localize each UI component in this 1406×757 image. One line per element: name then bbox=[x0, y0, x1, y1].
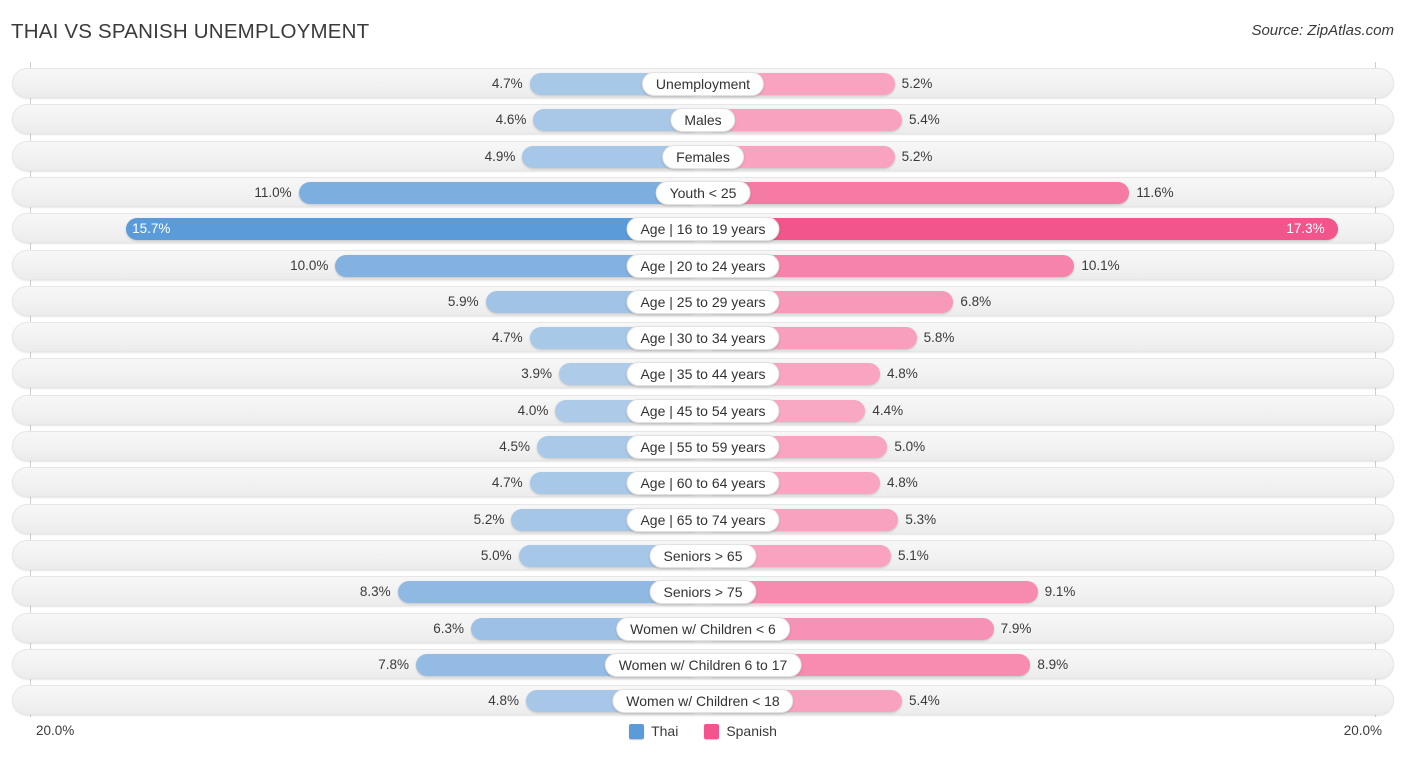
table-row: 5.0% 5.1% Seniors > 65 bbox=[12, 539, 1394, 570]
value-label-thai: 4.7% bbox=[491, 330, 523, 346]
table-row: 10.0% 10.1% Age | 20 to 24 years bbox=[12, 249, 1394, 280]
bar-thai bbox=[126, 218, 702, 241]
chart-header: THAI VS SPANISH UNEMPLOYMENT Source: Zip… bbox=[0, 0, 1406, 62]
table-row: 4.0% 4.4% Age | 45 to 54 years bbox=[12, 394, 1394, 425]
table-row: 4.5% 5.0% Age | 55 to 59 years bbox=[12, 431, 1394, 461]
category-label: Women w/ Children < 18 bbox=[612, 689, 794, 714]
table-row: 7.8% 8.9% Women w/ Children 6 to 17 bbox=[12, 648, 1394, 679]
legend-item-thai[interactable]: Thai bbox=[629, 723, 678, 739]
value-label-spanish: 7.9% bbox=[1000, 620, 1032, 636]
value-label-spanish: 10.1% bbox=[1081, 257, 1120, 273]
value-label-thai: 4.0% bbox=[517, 402, 549, 418]
value-label-spanish: 4.4% bbox=[872, 402, 904, 418]
value-label-thai: 8.3% bbox=[359, 584, 391, 600]
page-title: THAI VS SPANISH UNEMPLOYMENT bbox=[11, 20, 370, 43]
bar-spanish bbox=[704, 181, 1130, 204]
value-label-thai: 5.2% bbox=[473, 511, 505, 527]
bar-spanish bbox=[704, 218, 1339, 241]
value-label-spanish: 9.1% bbox=[1044, 584, 1076, 600]
value-label-spanish: 5.0% bbox=[894, 439, 926, 454]
category-label: Age | 16 to 19 years bbox=[626, 217, 780, 242]
value-label-thai: 4.7% bbox=[491, 76, 523, 91]
value-label-thai: 10.0% bbox=[290, 257, 329, 273]
table-row: 11.0% 11.6% Youth < 25 bbox=[12, 176, 1394, 207]
category-label: Age | 35 to 44 years bbox=[626, 362, 780, 387]
table-row: 5.9% 6.8% Age | 25 to 29 years bbox=[12, 285, 1394, 316]
legend-label: Spanish bbox=[726, 723, 777, 739]
category-label: Women w/ Children < 6 bbox=[616, 616, 790, 641]
value-label-spanish: 5.3% bbox=[905, 511, 937, 527]
table-row: 6.3% 7.9% Women w/ Children < 6 bbox=[12, 612, 1394, 643]
category-label: Males bbox=[670, 108, 736, 133]
value-label-spanish: 6.8% bbox=[960, 293, 992, 309]
value-label-spanish: 17.3% bbox=[1286, 221, 1325, 237]
value-label-spanish: 8.9% bbox=[1037, 656, 1069, 672]
value-label-thai: 15.7% bbox=[132, 221, 171, 237]
value-label-thai: 4.7% bbox=[491, 475, 523, 491]
value-label-spanish: 4.8% bbox=[887, 366, 918, 382]
category-label: Age | 25 to 29 years bbox=[626, 289, 780, 314]
bar-thai bbox=[298, 181, 702, 204]
value-label-thai: 5.9% bbox=[447, 293, 479, 309]
category-label: Age | 60 to 64 years bbox=[626, 471, 780, 496]
legend-label: Thai bbox=[651, 723, 679, 739]
category-label: Seniors > 65 bbox=[649, 543, 757, 568]
table-row: 15.7% 17.3% Age | 16 to 19 years bbox=[12, 213, 1394, 244]
table-row: 3.9% 4.8% Age | 35 to 44 years bbox=[12, 358, 1394, 389]
category-label: Women w/ Children 6 to 17 bbox=[604, 652, 802, 677]
category-label: Age | 30 to 34 years bbox=[626, 326, 780, 351]
legend-item-spanish[interactable]: Spanish bbox=[704, 723, 777, 739]
value-label-thai: 5.0% bbox=[480, 547, 512, 563]
value-label-thai: 4.8% bbox=[488, 693, 519, 709]
category-label: Age | 20 to 24 years bbox=[626, 253, 780, 278]
value-label-spanish: 5.1% bbox=[898, 547, 929, 563]
legend: Thai Spanish bbox=[0, 723, 1406, 739]
value-label-thai: 4.5% bbox=[499, 439, 530, 454]
value-label-thai: 6.3% bbox=[433, 620, 464, 636]
category-label: Unemployment bbox=[641, 72, 765, 96]
table-row: 4.9% 5.2% Females bbox=[12, 140, 1394, 171]
table-row: 5.2% 5.3% Age | 65 to 74 years bbox=[12, 503, 1394, 534]
source-label: Source: ZipAtlas.com bbox=[1251, 22, 1394, 39]
value-label-thai: 11.0% bbox=[254, 184, 292, 200]
chart-footer: 20.0% 20.0% Thai Spanish bbox=[0, 717, 1406, 757]
value-label-spanish: 5.2% bbox=[901, 148, 933, 164]
legend-swatch-icon bbox=[629, 723, 645, 739]
category-label: Age | 45 to 54 years bbox=[626, 398, 780, 423]
table-row: 4.7% 5.2% Unemployment bbox=[12, 68, 1394, 98]
value-label-thai: 4.6% bbox=[495, 112, 527, 128]
value-label-thai: 3.9% bbox=[521, 366, 552, 382]
value-label-thai: 7.8% bbox=[378, 656, 409, 672]
category-label: Youth < 25 bbox=[655, 180, 751, 205]
plot-area: 4.7% 5.2% Unemployment 4.6% 5.4% Males 4.9% 5.2… bbox=[0, 62, 1406, 717]
category-label: Females bbox=[662, 144, 744, 169]
category-label: Age | 55 to 59 years bbox=[626, 435, 780, 459]
category-label: Age | 65 to 74 years bbox=[626, 507, 780, 532]
table-row: 4.6% 5.4% Males bbox=[12, 104, 1394, 135]
value-label-spanish: 11.6% bbox=[1136, 184, 1174, 200]
category-label: Seniors > 75 bbox=[649, 580, 757, 605]
table-row: 4.7% 4.8% Age | 60 to 64 years bbox=[12, 467, 1394, 498]
value-label-thai: 4.9% bbox=[484, 148, 516, 164]
value-label-spanish: 5.2% bbox=[901, 76, 933, 91]
value-label-spanish: 5.4% bbox=[909, 693, 940, 709]
value-label-spanish: 4.8% bbox=[887, 475, 918, 491]
chart-container: THAI VS SPANISH UNEMPLOYMENT Source: Zip… bbox=[0, 0, 1406, 757]
table-row: 8.3% 9.1% Seniors > 75 bbox=[12, 576, 1394, 607]
legend-swatch-icon bbox=[704, 723, 720, 739]
table-row: 4.8% 5.4% Women w/ Children < 18 bbox=[12, 685, 1394, 716]
value-label-spanish: 5.8% bbox=[923, 330, 955, 346]
value-label-spanish: 5.4% bbox=[909, 112, 940, 128]
table-row: 4.7% 5.8% Age | 30 to 34 years bbox=[12, 322, 1394, 353]
